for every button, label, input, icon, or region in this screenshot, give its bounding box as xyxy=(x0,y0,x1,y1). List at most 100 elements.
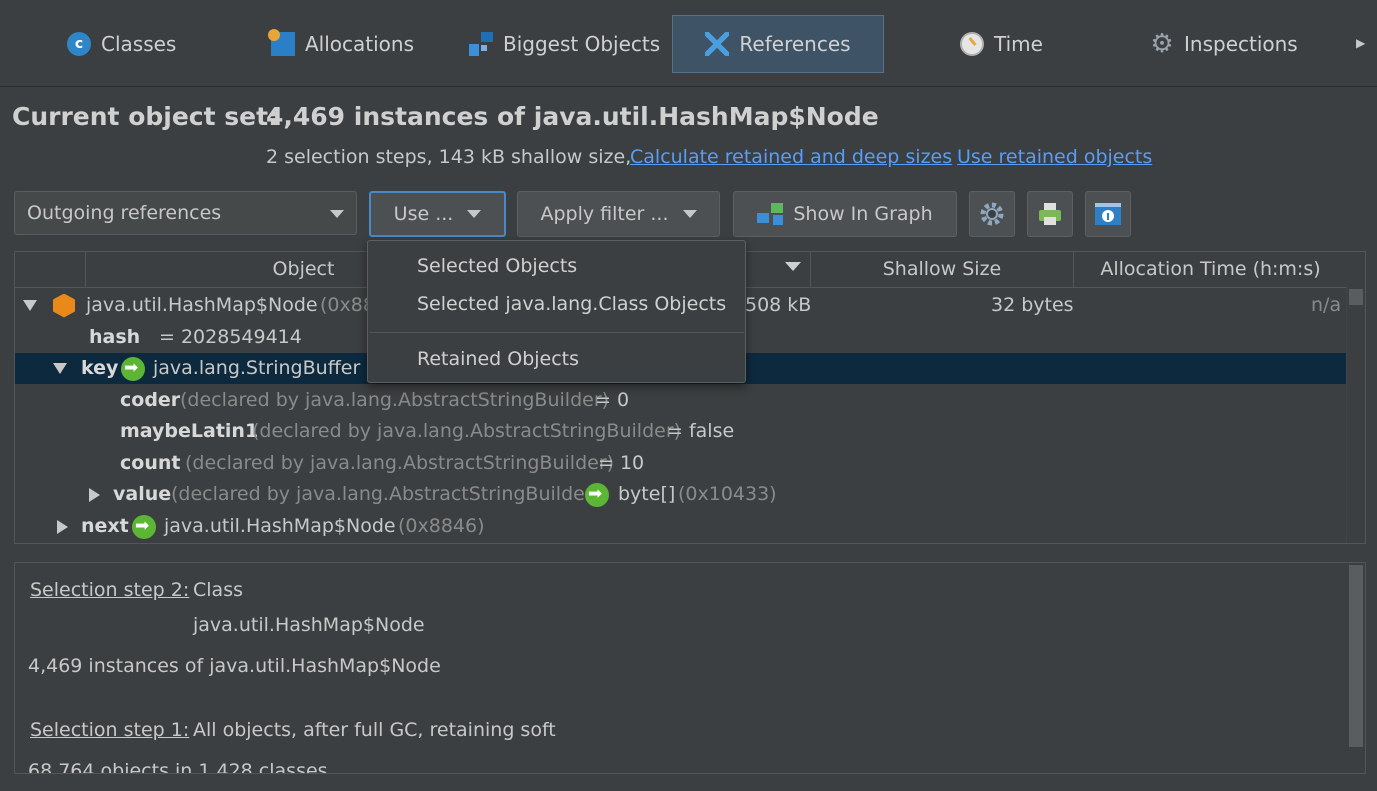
scrollbar-thumb[interactable] xyxy=(1349,289,1363,305)
current-object-set-value: 4,469 instances of java.util.HashMap$Nod… xyxy=(266,102,879,131)
apply-filter-button[interactable]: Apply filter ... xyxy=(517,191,720,237)
field-declared-by: (declared by java.lang.AbstractStringBui… xyxy=(171,483,601,505)
use-button[interactable]: Use ... xyxy=(369,191,506,237)
field-name: count xyxy=(120,452,181,474)
table-row[interactable]: next java.util.HashMap$Node (0x8846) xyxy=(15,511,1347,542)
info-icon xyxy=(1095,203,1121,225)
field-declared-by: (declared by java.lang.AbstractStringBui… xyxy=(180,389,610,411)
biggest-objects-icon xyxy=(469,32,493,56)
column-shallow-size[interactable]: Shallow Size xyxy=(810,252,1073,287)
object-id: (0x8846) xyxy=(398,515,485,537)
settings-button[interactable] xyxy=(969,191,1015,237)
sort-descending-icon xyxy=(785,262,801,271)
field-declared-by: (declared by java.lang.AbstractStringBui… xyxy=(185,452,615,474)
field-name: value xyxy=(113,483,172,505)
tab-biggest-objects[interactable]: Biggest Objects xyxy=(469,15,660,73)
printer-icon xyxy=(1039,203,1061,225)
menu-separator xyxy=(369,332,744,333)
scrollbar-thumb[interactable] xyxy=(1349,565,1363,747)
field-name: coder xyxy=(120,389,181,411)
reference-mode-value: Outgoing references xyxy=(27,202,222,224)
graph-icon xyxy=(757,203,786,225)
tab-references[interactable]: References xyxy=(672,15,884,73)
info-button[interactable] xyxy=(1085,191,1131,237)
field-name: next xyxy=(81,515,129,537)
table-row[interactable]: maybeLatin1 (declared by java.lang.Abstr… xyxy=(15,416,1347,447)
field-value: = 0 xyxy=(595,389,630,411)
show-in-graph-button[interactable]: Show In Graph xyxy=(733,191,957,237)
expand-toggle-icon[interactable] xyxy=(23,300,37,311)
selection-steps-summary: 2 selection steps, 143 kB shallow size, xyxy=(266,146,632,168)
tab-inspections[interactable]: ⚙ Inspections xyxy=(1150,15,1298,73)
selection-step-1-link[interactable]: Selection step 1: xyxy=(30,719,189,741)
field-value: = false xyxy=(667,420,735,442)
menu-item-retained-objects[interactable]: Retained Objects xyxy=(417,348,579,370)
tab-classes[interactable]: c Classes xyxy=(67,15,176,73)
expand-toggle-icon[interactable] xyxy=(53,363,67,374)
expand-toggle-icon[interactable] xyxy=(57,519,68,534)
time-icon xyxy=(960,32,984,56)
table-row[interactable]: coder (declared by java.lang.AbstractStr… xyxy=(15,385,1347,416)
field-value: = 2028549414 xyxy=(159,326,302,348)
classes-icon: c xyxy=(67,32,91,56)
field-name: hash xyxy=(89,326,141,348)
field-declared-by: (declared by java.lang.AbstractStringBui… xyxy=(252,420,682,442)
field-value: = 10 xyxy=(598,452,645,474)
expand-toggle-icon[interactable] xyxy=(89,487,100,502)
field-type: java.lang.StringBuffer (0 xyxy=(153,357,386,379)
tab-label: Allocations xyxy=(305,32,415,56)
selection-step-2-result: 4,469 instances of java.util.HashMap$Nod… xyxy=(28,655,441,677)
selection-steps-panel: Selection step 2: Class java.util.HashMa… xyxy=(14,562,1366,774)
field-type: byte[] xyxy=(618,483,676,505)
field-name: maybeLatin1 xyxy=(120,420,259,442)
retained-size: 508 kB xyxy=(745,294,812,316)
menu-item-selected-objects[interactable]: Selected Objects xyxy=(417,255,577,277)
tab-label: Biggest Objects xyxy=(503,32,661,56)
allocations-icon xyxy=(268,29,295,56)
reference-arrow-icon xyxy=(585,479,609,510)
view-tabs: c Classes Allocations Biggest Objects Re… xyxy=(0,0,1377,87)
object-id: (0x10433) xyxy=(678,483,777,505)
field-name: key xyxy=(81,357,119,379)
use-retained-objects-link[interactable]: Use retained objects xyxy=(957,146,1152,168)
menu-item-selected-class-objects[interactable]: Selected java.lang.Class Objects xyxy=(417,293,726,315)
tab-label: Classes xyxy=(101,32,177,56)
chevron-down-icon xyxy=(682,210,697,218)
tab-label: Time xyxy=(994,32,1043,56)
use-menu-popup: Selected Objects Selected java.lang.Clas… xyxy=(367,240,746,383)
selection-step-1-result: 68,764 objects in 1,428 classes xyxy=(28,760,328,774)
table-scrollbar[interactable] xyxy=(1346,287,1365,543)
tab-label: Inspections xyxy=(1184,32,1298,56)
reference-mode-select[interactable]: Outgoing references xyxy=(14,191,357,235)
chevron-right-icon[interactable]: ▶ xyxy=(1356,36,1365,50)
use-button-label: Use ... xyxy=(393,203,454,225)
panel-scrollbar[interactable] xyxy=(1347,563,1365,773)
tab-time[interactable]: Time xyxy=(960,15,1043,73)
current-object-set-label: Current object set: xyxy=(12,102,279,131)
show-in-graph-label: Show In Graph xyxy=(793,203,933,225)
object-icon xyxy=(53,293,75,318)
selection-step-2-kind: Class xyxy=(193,579,243,601)
object-class: java.util.HashMap$Node xyxy=(86,294,318,316)
table-row[interactable]: value (declared by java.lang.AbstractStr… xyxy=(15,479,1347,510)
tab-allocations[interactable]: Allocations xyxy=(268,15,415,73)
apply-filter-label: Apply filter ... xyxy=(540,203,669,225)
gear-icon: ⚙ xyxy=(1150,29,1174,59)
shallow-size: 32 bytes xyxy=(991,294,1074,316)
calculate-sizes-link[interactable]: Calculate retained and deep sizes xyxy=(630,146,952,168)
chevron-down-icon xyxy=(467,210,482,218)
references-icon xyxy=(705,32,730,56)
chevron-down-icon xyxy=(330,210,344,218)
field-type: java.util.HashMap$Node xyxy=(164,515,396,537)
tab-label: References xyxy=(739,32,851,56)
selection-step-1-desc: All objects, after full GC, retaining so… xyxy=(193,719,556,741)
column-allocation-time[interactable]: Allocation Time (h:m:s) xyxy=(1073,252,1347,287)
selection-step-2-class: java.util.HashMap$Node xyxy=(193,614,425,636)
allocation-time: n/a xyxy=(1311,294,1342,316)
table-row[interactable]: count (declared by java.lang.AbstractStr… xyxy=(15,448,1347,479)
gear-icon xyxy=(980,202,1004,226)
reference-arrow-icon xyxy=(132,511,156,542)
selection-step-2-link[interactable]: Selection step 2: xyxy=(30,579,189,601)
reference-arrow-icon xyxy=(121,353,145,384)
export-button[interactable] xyxy=(1027,191,1073,237)
